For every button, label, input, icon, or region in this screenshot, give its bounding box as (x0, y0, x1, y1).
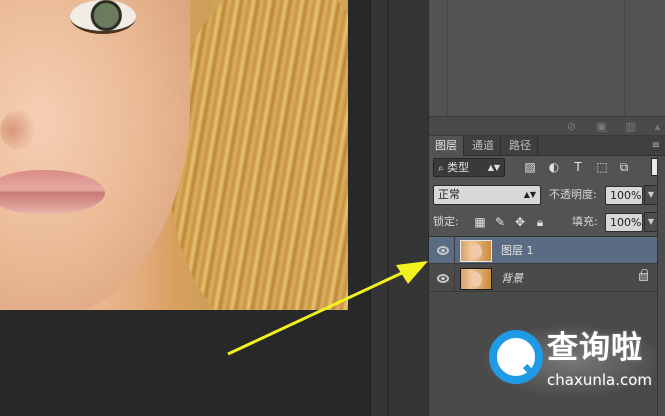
canvas-area[interactable] (0, 0, 370, 416)
tab-channels[interactable]: 通道 (466, 136, 501, 156)
photo-lips (0, 170, 105, 214)
watermark-url: chaxunla.com (547, 371, 652, 389)
lock-all-icon[interactable]: 🔒︎ (533, 215, 547, 229)
blend-mode-select[interactable]: 正常 ▲▼ (433, 185, 541, 205)
no-entry-icon[interactable]: ⊘ (565, 120, 578, 133)
chevron-down-icon: ▲▼ (487, 163, 500, 172)
panel-menu-icon[interactable]: ≡ (650, 139, 662, 153)
lock-move-icon[interactable]: ✥ (513, 215, 527, 229)
filter-type-label: 类型 (447, 161, 470, 174)
tab-paths[interactable]: 路径 (503, 136, 538, 156)
upper-panel-toolbar: ⊘ ▣ ▥ ▴ (429, 116, 665, 136)
image-filter-icon[interactable]: ▨ (523, 160, 537, 174)
opacity-label: 不透明度: (549, 188, 597, 201)
watermark-title: 查询啦 (547, 330, 643, 366)
search-icon: ⌕ (438, 163, 444, 174)
chevron-down-icon: ▲▼ (523, 190, 536, 199)
upper-panel-line (624, 0, 625, 116)
photo-nose (0, 110, 40, 150)
blend-mode-value: 正常 (438, 188, 460, 201)
type-filter-icon[interactable]: T (571, 160, 585, 174)
tab-layers[interactable]: 图层 (429, 136, 464, 156)
visibility-toggle[interactable] (429, 265, 455, 292)
new-item-icon[interactable]: ▣ (595, 120, 608, 133)
panel-dock-divider (370, 0, 428, 416)
upper-panel (429, 0, 665, 116)
opacity-dropdown-button[interactable]: ▼ (644, 185, 658, 205)
eye-icon (437, 274, 449, 283)
smart-object-filter-icon[interactable]: ⧉ (617, 160, 631, 174)
photo-eye (70, 0, 136, 34)
layer-thumbnail (460, 240, 492, 262)
layer-row-layer-1[interactable]: 图层 1 (429, 237, 658, 264)
fill-dropdown-button[interactable]: ▼ (644, 212, 658, 232)
panel-tabs: 图层 通道 路径 ≡ (429, 136, 665, 156)
upper-panel-line (447, 0, 448, 116)
search-logo-icon (489, 330, 543, 384)
photo-face (0, 0, 190, 310)
adjustment-filter-icon[interactable]: ◐ (547, 160, 561, 174)
dock-strip (387, 0, 389, 416)
fill-label: 填充: (572, 215, 598, 228)
layer-name: 图层 1 (501, 244, 534, 257)
layer-name: 背景 (501, 272, 523, 285)
eye-icon (437, 246, 449, 255)
shape-filter-icon[interactable]: ⬚ (595, 160, 609, 174)
lock-label: 锁定: (433, 215, 459, 228)
photo-hair (168, 0, 348, 310)
lock-brush-icon[interactable]: ✎ (493, 215, 507, 229)
lock-icon (639, 269, 648, 281)
scroll-arrow-icon[interactable]: ▴ (651, 120, 664, 133)
opacity-input[interactable]: 100% (605, 186, 643, 205)
layer-thumbnail (460, 268, 492, 290)
layer-row-background[interactable]: 背景 (429, 265, 658, 292)
fill-input[interactable]: 100% (605, 213, 643, 232)
watermark: 查询啦 chaxunla.com (485, 326, 660, 396)
trash-icon[interactable]: ▥ (624, 120, 637, 133)
visibility-toggle[interactable] (429, 237, 455, 264)
filter-type-select[interactable]: ⌕ 类型 ▲▼ (433, 158, 505, 177)
lock-transparent-icon[interactable]: ▦ (473, 215, 487, 229)
photo-canvas[interactable] (0, 0, 348, 310)
